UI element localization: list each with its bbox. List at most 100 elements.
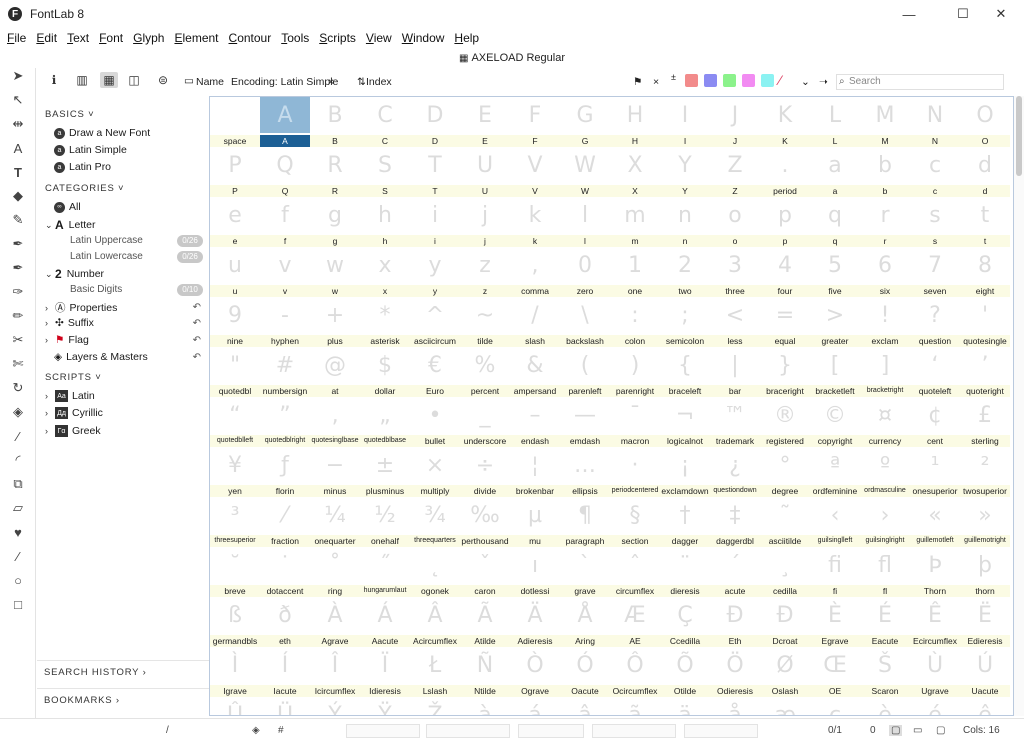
flag-up-down-icon[interactable]: ± xyxy=(671,72,676,82)
glyph-cell[interactable]: TT xyxy=(410,147,460,197)
glyph-cell[interactable]: jj xyxy=(460,197,510,247)
encoding-selector[interactable]: Encoding: Latin Simple xyxy=(231,76,338,88)
glyph-cell[interactable]: Þ Thorn xyxy=(910,547,960,597)
cell-size-large-icon[interactable]: ▢ xyxy=(936,725,945,736)
glyph-cell[interactable]: dd xyxy=(960,147,1010,197)
glyph-cell[interactable]: Ł Lslash xyxy=(410,647,460,697)
category-properties[interactable]: › Ⓐ Properties ↶ xyxy=(45,300,209,315)
glyph-cell[interactable]: ; semicolon xyxy=(660,297,710,347)
menu-edit[interactable]: Edit xyxy=(31,31,62,45)
glyph-cell[interactable]: ^ asciicircum xyxy=(410,297,460,347)
menu-window[interactable]: Window xyxy=(397,31,450,45)
glyph-cell[interactable]: \ backslash xyxy=(560,297,610,347)
glyph-cell[interactable]: ff xyxy=(260,197,310,247)
glyph-cell[interactable]: ² twosuperior xyxy=(960,447,1010,497)
category-layers[interactable]: ◈ Layers & Masters ↶ xyxy=(54,351,209,363)
glyph-cell[interactable]: þ thorn xyxy=(960,547,1010,597)
glyph-cell[interactable]: vv xyxy=(260,247,310,297)
glyph-cell[interactable]: Û xyxy=(210,697,260,716)
rotate-icon[interactable]: ↻ xyxy=(10,380,26,396)
glyph-cell[interactable]: â xyxy=(560,697,610,716)
glyph-cell[interactable]: ‚ quotesinglbase xyxy=(310,397,360,447)
categories-header[interactable]: CATEGORIES ˅ xyxy=(45,183,124,194)
script-latin[interactable]: › Aa Latin xyxy=(45,390,95,402)
menu-view[interactable]: View xyxy=(361,31,397,45)
glyph-cell[interactable]: aa xyxy=(810,147,860,197)
glyph-cell[interactable]: Ü xyxy=(260,697,310,716)
glyph-cell[interactable]: UU xyxy=(460,147,510,197)
glyph-cell[interactable]: ' quotesingle xyxy=(960,297,1010,347)
cell-size-medium-icon[interactable]: ▭ xyxy=(913,725,922,736)
glyph-cell[interactable]: ¨ dieresis xyxy=(660,547,710,597)
stamp-icon[interactable]: ▱ xyxy=(10,500,26,516)
glyph-cell[interactable]: OO xyxy=(960,97,1010,147)
glyph-cell[interactable]: ™ trademark xyxy=(710,397,760,447)
vertical-scrollbar[interactable] xyxy=(1014,96,1024,716)
glyph-cell[interactable]: å xyxy=(710,697,760,716)
category-basic-digits[interactable]: Basic Digits 0/10 xyxy=(70,283,209,296)
pointer-icon[interactable]: ➤ xyxy=(10,68,26,84)
glyph-cell[interactable]: © copyright xyxy=(810,397,860,447)
glyph-cell[interactable]: ! exclam xyxy=(860,297,910,347)
glyph-cell[interactable]: _ underscore xyxy=(460,397,510,447)
glyph-cell[interactable]: NN xyxy=(910,97,960,147)
glyph-cell[interactable]: ¥ yen xyxy=(210,447,260,497)
glyph-cell[interactable]: (parenleft xyxy=(560,347,610,397)
glyph-cell[interactable]: † dagger xyxy=(660,497,710,547)
glyph-cell[interactable]: × multiply xyxy=(410,447,460,497)
glyph-cell[interactable]: uu xyxy=(210,247,260,297)
glyph-cell[interactable]: Æ AE xyxy=(610,597,660,647)
glyph-cell[interactable]: VV xyxy=(510,147,560,197)
category-letter[interactable]: ⌄ A Letter xyxy=(45,218,96,232)
category-flag[interactable]: › ⚑ Flag ↶ xyxy=(45,334,209,346)
glyph-cell[interactable]: ﬁ fi xyxy=(810,547,860,597)
glyph-cell[interactable]: Î Icircumflex xyxy=(310,647,360,697)
glyph-cell[interactable]: ˜ asciitilde xyxy=(760,497,810,547)
glyph-cell[interactable]: [bracketleft xyxy=(810,347,860,397)
menu-glyph[interactable]: Glyph xyxy=(128,31,169,45)
glyph-cell[interactable]: ‡ daggerdbl xyxy=(710,497,760,547)
glyph-cell[interactable]: ° degree xyxy=(760,447,810,497)
dropdown-icon[interactable]: ⌄ xyxy=(801,76,810,88)
glyph-cell[interactable]: ÷ divide xyxy=(460,447,510,497)
glyph-cell[interactable]: ã xyxy=(610,697,660,716)
scrollbar-thumb[interactable] xyxy=(1016,96,1022,176)
glyph-cell[interactable]: Đ Dcroat xyxy=(760,597,810,647)
glyph-cell[interactable]: @ at xyxy=(310,347,360,397)
eyedropper-icon[interactable]: ⁄ xyxy=(10,548,26,564)
grid-view-icon[interactable]: ▦ xyxy=(100,72,118,88)
glyph-cell[interactable]: Œ OE xyxy=(810,647,860,697)
glyph-cell[interactable]: 7 seven xyxy=(910,247,960,297)
glyph-cell[interactable]: kk xyxy=(510,197,560,247)
glyph-cell[interactable]: ª ordfeminine xyxy=(810,447,860,497)
category-latin-lowercase[interactable]: Latin Lowercase 0/26 xyxy=(70,250,209,263)
glyph-cell[interactable]: Ý xyxy=(310,697,360,716)
menu-file[interactable]: File xyxy=(2,31,31,45)
glyph-cell[interactable]: 1 one xyxy=(610,247,660,297)
heart-icon[interactable]: ♥ xyxy=(10,524,26,540)
transform-icon[interactable]: ⧉ xyxy=(10,476,26,492)
glyph-cell[interactable]: 0 zero xyxy=(560,247,610,297)
reset-icon[interactable]: ↶ xyxy=(193,302,201,313)
glyph-cell[interactable]: * asterisk xyxy=(360,297,410,347)
flag-filter-icon[interactable]: ⚑ xyxy=(633,76,642,88)
glyph-cell[interactable]: {braceleft xyxy=(660,347,710,397)
glyph-search-input[interactable]: ⌕ Search xyxy=(836,74,1004,90)
glyph-cell[interactable]: ¦ brokenbar xyxy=(510,447,560,497)
glyph-cell[interactable]: ê xyxy=(960,697,1010,716)
glyph-cell[interactable]: oo xyxy=(710,197,760,247)
glyph-cell[interactable]: á xyxy=(510,697,560,716)
glyph-cell[interactable]: ww xyxy=(310,247,360,297)
glyph-cell[interactable]: 8 eight xyxy=(960,247,1010,297)
glyph-cell[interactable]: AA xyxy=(260,97,310,147)
glyph-cell[interactable]: ’ quoteright xyxy=(960,347,1010,397)
glyph-cell[interactable]: XX xyxy=(610,147,660,197)
glyph-cell[interactable]: Ø Oslash xyxy=(760,647,810,697)
glyph-cell[interactable]: FF xyxy=(510,97,560,147)
glyph-cell[interactable]: ‰ perthousand xyxy=(460,497,510,547)
glyph-cell[interactable]: ³ threesuperior xyxy=(210,497,260,547)
glyph-cell[interactable]: Ñ Ntilde xyxy=(460,647,510,697)
glyph-cell[interactable]: Ô Ocircumflex xyxy=(610,647,660,697)
glyph-cell[interactable]: LL xyxy=(810,97,860,147)
glyph-cell[interactable]: Ÿ xyxy=(360,697,410,716)
